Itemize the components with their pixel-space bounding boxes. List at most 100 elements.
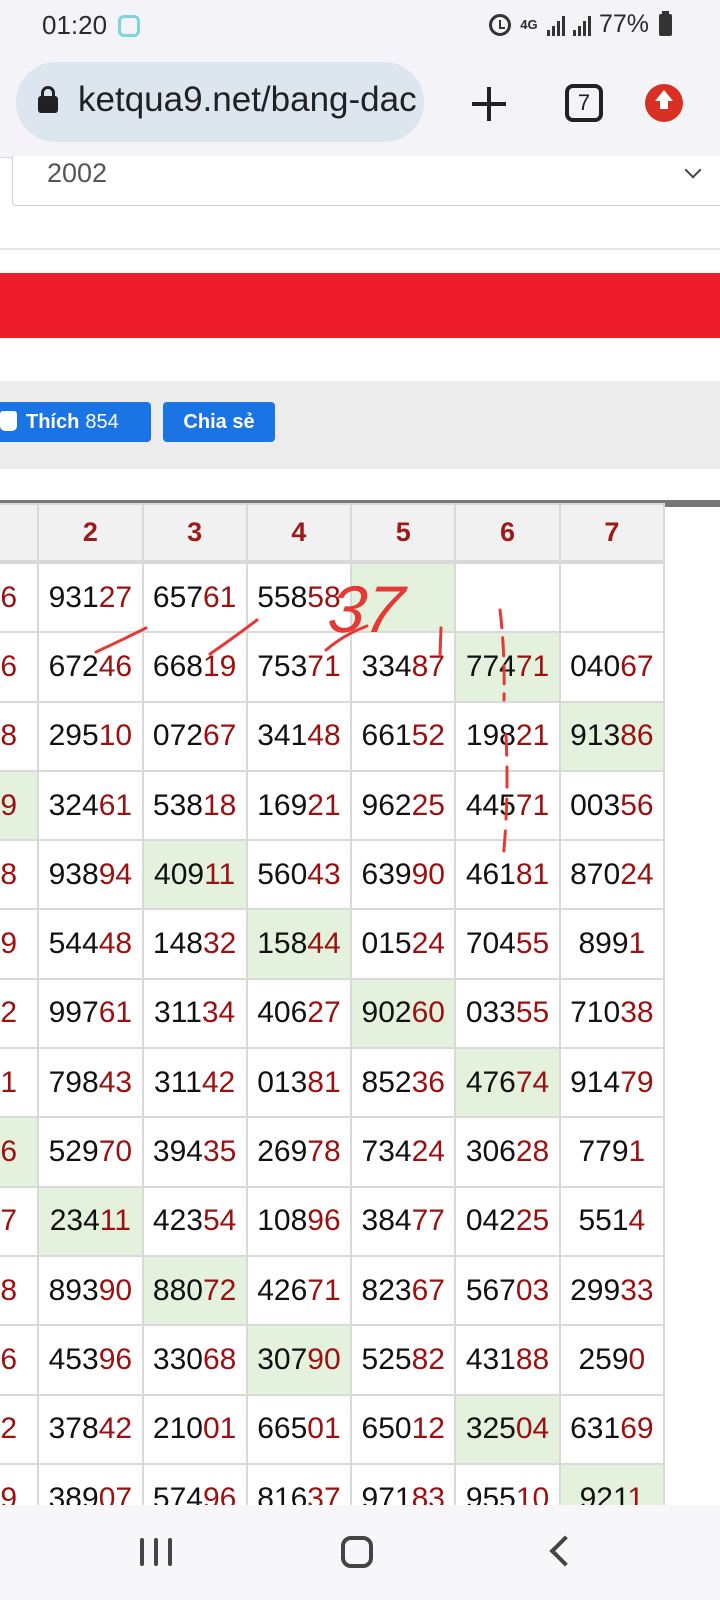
result-cell: 30628 — [454, 1116, 561, 1188]
result-cell: 90260 — [350, 977, 457, 1050]
result-ending: 74 — [515, 1065, 550, 1099]
column-header-5: 5 — [350, 503, 457, 562]
result-prefix: 544 — [48, 927, 99, 961]
result-ending: 25 — [515, 1204, 550, 1238]
result-ending: 37 — [307, 1481, 341, 1506]
result-cell: 10896 — [245, 1185, 353, 1257]
result-prefix: 269 — [257, 1135, 308, 1169]
result-prefix: 893 — [48, 1273, 99, 1307]
result-ending: 46 — [98, 649, 133, 683]
result-prefix: 210 — [152, 1412, 203, 1446]
result-prefix: 668 — [152, 649, 203, 683]
result-ending: 42 — [98, 1412, 133, 1446]
result-cell: 65012 — [350, 1393, 457, 1465]
result-cell: 376 — [0, 631, 40, 703]
result-prefix: 324 — [48, 788, 99, 822]
result-cell: 85236 — [350, 1047, 457, 1119]
result-ending: 71 — [515, 649, 550, 683]
result-ending: 34 — [201, 996, 236, 1030]
table-container: 1234567 13693127657615585837667246668197… — [0, 0, 720, 1505]
result-ending: 92 — [0, 996, 18, 1030]
result-prefix: 108 — [257, 1204, 308, 1238]
result-ending: 77 — [411, 1204, 445, 1238]
result-cell: 89390 — [37, 1254, 144, 1327]
result-prefix: 426 — [257, 1273, 308, 1307]
result-ending: 76 — [0, 649, 18, 683]
result-prefix: 931 — [48, 580, 99, 614]
result-ending: 96 — [307, 1204, 341, 1238]
result-prefix: 445 — [465, 788, 516, 822]
result-prefix: 406 — [257, 996, 308, 1030]
result-prefix: 870 — [570, 857, 621, 891]
result-prefix: 574 — [152, 1481, 203, 1506]
result-cell: 88072 — [141, 1254, 248, 1327]
result-ending: 77 — [0, 1204, 18, 1238]
recents-icon[interactable] — [140, 1538, 172, 1566]
result-ending: 86 — [620, 719, 654, 753]
result-ending: 55 — [515, 927, 550, 961]
result-cell: 75371 — [245, 631, 353, 703]
table-row: 41645396330683079052582431882590 — [0, 1324, 666, 1396]
result-prefix: 040 — [570, 649, 621, 683]
back-icon[interactable] — [549, 1535, 581, 1567]
table-row: 358295100726734148661521982191386 — [0, 700, 666, 772]
result-ending: 70 — [98, 1135, 133, 1169]
result-prefix: 394 — [152, 1135, 203, 1169]
result-ending: 60 — [411, 996, 445, 1030]
result-cell: 66501 — [245, 1393, 353, 1465]
column-header-3: 3 — [141, 503, 248, 562]
result-cell: 32504 — [454, 1393, 561, 1465]
result-cell: 492 — [0, 977, 40, 1050]
result-ending: 99 — [0, 1481, 18, 1506]
result-cell: 97183 — [350, 1462, 457, 1506]
result-ending: 90 — [411, 857, 445, 891]
result-cell: 23411 — [37, 1185, 144, 1257]
result-cell: 01524 — [350, 908, 457, 980]
result-prefix: 476 — [465, 1065, 516, 1099]
result-cell: 43188 — [454, 1324, 561, 1396]
result-cell: 52970 — [37, 1116, 144, 1188]
result-cell: 40911 — [141, 839, 248, 911]
result-cell: 416 — [0, 1324, 40, 1396]
home-icon[interactable] — [341, 1536, 373, 1568]
result-prefix: 734 — [361, 1135, 412, 1169]
result-ending: 32 — [0, 1412, 18, 1446]
result-cell: 9211 — [558, 1462, 666, 1505]
result-ending: 1 — [628, 1135, 646, 1169]
result-ending: 81 — [515, 857, 550, 891]
result-cell: 07267 — [141, 700, 248, 772]
result-ending: 83 — [411, 1481, 445, 1506]
result-ending: 58 — [0, 719, 18, 753]
result-prefix: 295 — [48, 719, 99, 753]
result-cell — [454, 561, 561, 634]
result-cell — [350, 561, 457, 634]
table-row: 136931276576155858 — [0, 561, 666, 634]
result-prefix: 955 — [465, 1481, 516, 1506]
table-row: 059324615381816921962254457100356 — [0, 769, 666, 842]
result-ending: 36 — [0, 580, 18, 614]
result-prefix: 710 — [570, 996, 621, 1030]
result-cell: 29933 — [558, 1254, 666, 1327]
result-ending: 01 — [307, 1412, 341, 1446]
result-ending: 71 — [515, 788, 550, 822]
result-cell: 00356 — [558, 769, 666, 842]
result-cell: 16921 — [245, 769, 353, 842]
result-cell: 38907 — [37, 1462, 144, 1505]
result-cell: 7791 — [558, 1116, 666, 1188]
result-prefix: 962 — [361, 788, 412, 822]
result-cell: 52582 — [350, 1324, 457, 1396]
result-cell: 29510 — [37, 700, 144, 772]
result-ending: 25 — [411, 788, 445, 822]
result-ending: 43 — [307, 857, 341, 891]
result-ending: 90 — [307, 1342, 341, 1376]
result-cell: 42354 — [141, 1185, 248, 1257]
result-prefix: 013 — [257, 1065, 308, 1099]
result-ending: 19 — [202, 649, 237, 683]
result-cell: 31134 — [141, 977, 248, 1050]
result-prefix: 378 — [48, 1412, 99, 1446]
result-ending: 56 — [620, 788, 654, 822]
result-prefix: 299 — [570, 1273, 621, 1307]
result-ending: 69 — [620, 1412, 654, 1446]
navigation-bar — [0, 1505, 720, 1600]
result-cell: 232 — [0, 1393, 40, 1465]
